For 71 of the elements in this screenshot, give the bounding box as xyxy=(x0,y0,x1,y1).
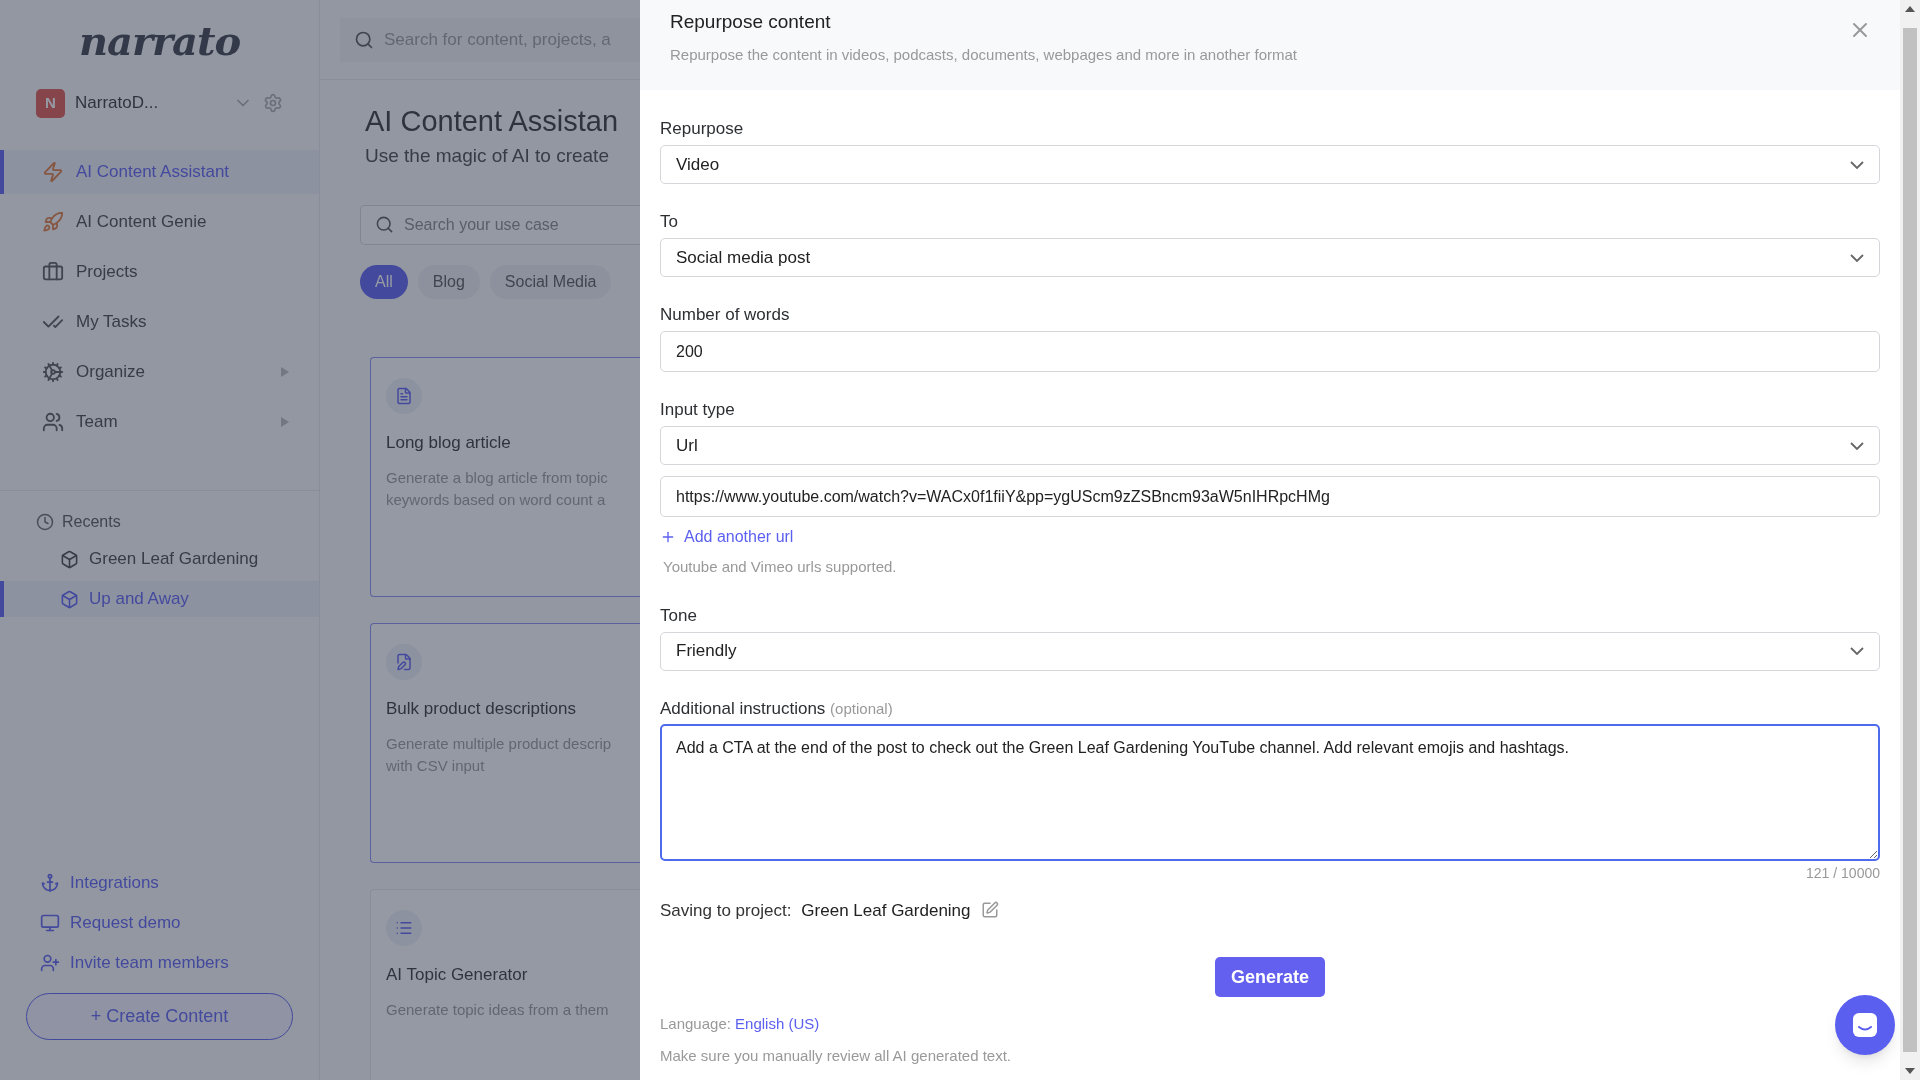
field-label: Additional instructions (optional) xyxy=(660,697,894,720)
nav-item[interactable]: Team xyxy=(0,400,319,444)
sidebar-link[interactable]: Request demo xyxy=(40,907,319,939)
workspace-avatar: N xyxy=(36,88,65,118)
field-label: Tone xyxy=(660,604,698,627)
dropdown[interactable]: Friendly xyxy=(660,631,1880,671)
chevron-icon xyxy=(1850,441,1864,450)
nav-item[interactable]: My Tasks xyxy=(0,300,319,344)
rocket-icon xyxy=(42,211,64,233)
chevron-icon xyxy=(1850,647,1864,655)
cube-icon xyxy=(60,549,79,569)
saving-label: Saving to project: xyxy=(660,899,792,922)
nav-item[interactable]: AI Content Assistant xyxy=(0,150,319,194)
edit-icon[interactable] xyxy=(980,901,999,920)
instructions-textarea[interactable]: Add a CTA at the end of the post to check out the Green Leaf Gardening YouTube channel. Add relevant emojis and hashtags. xyxy=(660,723,1880,861)
url-input[interactable]: https://www.youtube.com/watch?v=WACx0f1fiiY&pp=ygUScm9zZSBncm93aW5nIHRpcHMg xyxy=(660,476,1880,517)
settings-icon[interactable] xyxy=(263,93,283,113)
hint-text: Youtube and Vimeo urls supported. xyxy=(663,557,898,577)
card-title: Long blog article xyxy=(386,431,512,454)
page-subtitle: Use the magic of AI to create xyxy=(365,144,610,168)
search-icon xyxy=(354,29,374,50)
plus-icon xyxy=(660,529,676,545)
nav-item[interactable]: Organize xyxy=(0,350,319,394)
cube-icon xyxy=(60,589,79,609)
dropdown[interactable]: Social media post xyxy=(660,238,1880,277)
chevron-icon xyxy=(1850,253,1864,262)
create-content-button[interactable]: + Create Content xyxy=(26,993,293,1040)
filter-chip[interactable]: Social Media xyxy=(489,264,612,299)
card-title: Bulk product descriptions xyxy=(386,697,577,720)
project-name: Green Leaf Gardening xyxy=(801,899,971,922)
dropdown[interactable]: Video xyxy=(660,145,1880,184)
card-title: AI Topic Generator xyxy=(386,963,529,986)
nav-item[interactable]: Projects xyxy=(0,250,319,294)
field-label: To xyxy=(660,211,679,233)
briefcase-icon xyxy=(42,261,64,283)
clock-icon xyxy=(36,513,54,531)
people-icon xyxy=(42,411,64,433)
lightning-icon xyxy=(42,161,64,183)
sidebar-link[interactable]: Invite team members xyxy=(40,947,319,979)
filter-chip[interactable]: All xyxy=(360,264,408,299)
section-title: Recents xyxy=(62,512,121,532)
language-link[interactable]: English (US) xyxy=(735,1015,820,1032)
anchor-icon xyxy=(40,873,60,893)
modal-title: Repurpose content xyxy=(670,10,832,34)
generate-button[interactable]: Generate xyxy=(1214,957,1325,997)
use-case-search[interactable]: Search your use case xyxy=(360,204,640,245)
document-icon xyxy=(395,386,413,405)
character-counter: 121 / 10000 xyxy=(1806,863,1880,883)
field-label: Number of words xyxy=(660,304,791,326)
filter-chip[interactable]: Blog xyxy=(417,264,480,299)
recent-item[interactable]: Green Leaf Gardening xyxy=(0,541,319,577)
recent-item[interactable]: Up and Away xyxy=(0,581,319,617)
sidebar-link[interactable]: Integrations xyxy=(40,867,319,899)
modal-subtitle: Repurpose the content in videos, podcasts, documents, webpages and more in another format xyxy=(670,45,1298,65)
field-label: Repurpose xyxy=(660,118,745,140)
chevron-icon xyxy=(1850,160,1864,169)
field-label: Input type xyxy=(660,399,736,421)
nav-item[interactable]: AI Content Genie xyxy=(0,200,319,244)
workspace-name[interactable]: NarratoD... xyxy=(75,90,223,116)
disclaimer-text: Make sure you manually review all AI generated text. xyxy=(660,1045,1012,1066)
scrollbar[interactable] xyxy=(1900,0,1920,1080)
dropdown[interactable]: Url xyxy=(660,426,1880,465)
chat-icon xyxy=(1851,1011,1879,1039)
logo: narrato xyxy=(78,16,241,66)
monitor-icon xyxy=(40,913,60,933)
add-user-icon xyxy=(40,953,60,973)
search-icon xyxy=(375,215,394,234)
number-input[interactable]: 200 xyxy=(660,331,1880,372)
page-title: AI Content Assistan xyxy=(365,104,620,139)
add-url-link[interactable]: Add another url xyxy=(660,525,794,549)
document-edit-icon xyxy=(395,652,413,671)
